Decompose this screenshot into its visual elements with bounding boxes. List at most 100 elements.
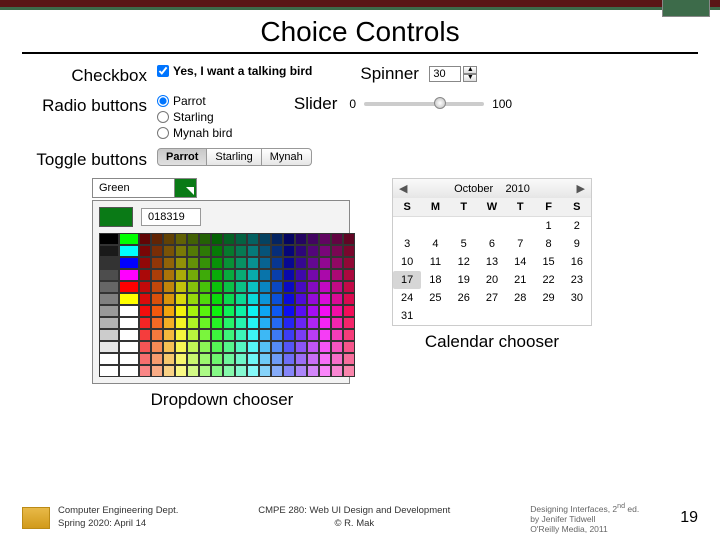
color-cell[interactable] (259, 365, 271, 377)
color-cell[interactable] (99, 305, 119, 317)
calendar-day[interactable]: 12 (450, 253, 478, 271)
color-cell[interactable] (163, 233, 175, 245)
calendar-day[interactable]: 13 (478, 253, 506, 271)
color-cell[interactable] (175, 341, 187, 353)
color-cell[interactable] (343, 353, 355, 365)
color-cell[interactable] (235, 365, 247, 377)
spinner-down-button[interactable]: ▼ (463, 74, 477, 82)
color-cell[interactable] (295, 341, 307, 353)
color-cell[interactable] (175, 353, 187, 365)
color-cell[interactable] (151, 353, 163, 365)
color-cell[interactable] (307, 293, 319, 305)
color-cell[interactable] (151, 329, 163, 341)
calendar-day[interactable]: 24 (393, 289, 421, 307)
color-cell[interactable] (175, 329, 187, 341)
color-cell[interactable] (119, 305, 139, 317)
color-cell[interactable] (99, 353, 119, 365)
checkbox-input[interactable] (157, 65, 169, 77)
color-cell[interactable] (199, 245, 211, 257)
calendar-day[interactable]: 10 (393, 253, 421, 271)
color-cell[interactable] (175, 281, 187, 293)
color-cell[interactable] (271, 341, 283, 353)
color-cell[interactable] (151, 281, 163, 293)
color-cell[interactable] (247, 365, 259, 377)
color-cell[interactable] (99, 293, 119, 305)
color-cell[interactable] (295, 365, 307, 377)
color-cell[interactable] (343, 305, 355, 317)
color-cell[interactable] (283, 365, 295, 377)
color-cell[interactable] (187, 257, 199, 269)
calendar-day[interactable]: 16 (563, 253, 591, 271)
color-cell[interactable] (295, 281, 307, 293)
color-cell[interactable] (187, 353, 199, 365)
color-cell[interactable] (175, 293, 187, 305)
color-cell[interactable] (119, 233, 139, 245)
color-cell[interactable] (343, 365, 355, 377)
color-cell[interactable] (151, 317, 163, 329)
color-cell[interactable] (187, 233, 199, 245)
color-cell[interactable] (163, 341, 175, 353)
color-cell[interactable] (271, 245, 283, 257)
color-cell[interactable] (199, 353, 211, 365)
color-cell[interactable] (331, 365, 343, 377)
color-cell[interactable] (235, 257, 247, 269)
color-cell[interactable] (247, 353, 259, 365)
color-cell[interactable] (259, 245, 271, 257)
color-cell[interactable] (331, 281, 343, 293)
color-cell[interactable] (187, 245, 199, 257)
color-cell[interactable] (259, 257, 271, 269)
color-cell[interactable] (307, 233, 319, 245)
toggle-starling[interactable]: Starling (207, 148, 261, 166)
color-cell[interactable] (247, 341, 259, 353)
color-cell[interactable] (235, 293, 247, 305)
color-cell[interactable] (187, 293, 199, 305)
color-cell[interactable] (187, 365, 199, 377)
color-cell[interactable] (151, 245, 163, 257)
color-cell[interactable] (295, 233, 307, 245)
color-cell[interactable] (211, 257, 223, 269)
color-cell[interactable] (139, 341, 151, 353)
color-cell[interactable] (295, 257, 307, 269)
color-cell[interactable] (163, 293, 175, 305)
calendar-prev-button[interactable]: ◀ (399, 182, 407, 195)
color-cell[interactable] (295, 329, 307, 341)
calendar-day[interactable]: 20 (478, 271, 506, 289)
color-cell[interactable] (283, 293, 295, 305)
color-cell[interactable] (223, 365, 235, 377)
color-cell[interactable] (295, 269, 307, 281)
color-cell[interactable] (295, 317, 307, 329)
calendar-day[interactable]: 27 (478, 289, 506, 307)
calendar-day[interactable]: 11 (421, 253, 449, 271)
color-cell[interactable] (211, 341, 223, 353)
radio-mynah[interactable] (157, 127, 169, 139)
calendar-day[interactable]: 4 (421, 235, 449, 253)
color-cell[interactable] (211, 329, 223, 341)
color-cell[interactable] (307, 341, 319, 353)
color-cell[interactable] (163, 245, 175, 257)
color-cell[interactable] (151, 365, 163, 377)
color-cell[interactable] (163, 257, 175, 269)
color-cell[interactable] (319, 341, 331, 353)
color-cell[interactable] (271, 257, 283, 269)
color-cell[interactable] (319, 317, 331, 329)
color-cell[interactable] (211, 245, 223, 257)
color-cell[interactable] (319, 257, 331, 269)
color-cell[interactable] (139, 269, 151, 281)
color-cell[interactable] (319, 329, 331, 341)
color-cell[interactable] (331, 341, 343, 353)
color-cell[interactable] (99, 365, 119, 377)
color-cell[interactable] (343, 293, 355, 305)
color-cell[interactable] (211, 317, 223, 329)
calendar-day[interactable]: 19 (450, 271, 478, 289)
spinner-up-button[interactable]: ▲ (463, 66, 477, 74)
color-cell[interactable] (247, 305, 259, 317)
color-cell[interactable] (139, 305, 151, 317)
color-cell[interactable] (199, 329, 211, 341)
color-cell[interactable] (247, 329, 259, 341)
color-cell[interactable] (271, 317, 283, 329)
color-cell[interactable] (139, 293, 151, 305)
color-cell[interactable] (199, 293, 211, 305)
color-cell[interactable] (331, 317, 343, 329)
color-cell[interactable] (259, 353, 271, 365)
color-cell[interactable] (163, 353, 175, 365)
